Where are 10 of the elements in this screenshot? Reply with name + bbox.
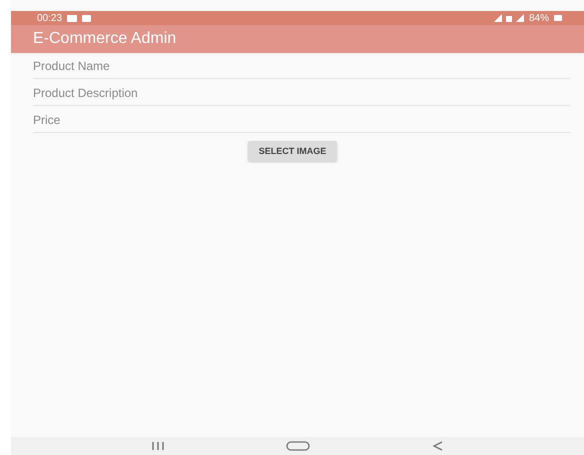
app-title: E-Commerce Admin: [33, 30, 176, 48]
back-icon[interactable]: [432, 441, 443, 451]
status-time: 00:23: [37, 12, 62, 24]
select-image-button[interactable]: SELECT IMAGE: [248, 141, 338, 161]
input-field[interactable]: Product Name: [33, 55, 570, 79]
recent-apps-icon[interactable]: [152, 442, 164, 450]
input-field[interactable]: Price: [33, 109, 570, 133]
home-icon[interactable]: [286, 441, 310, 451]
battery-percentage: 84%: [528, 12, 549, 24]
input-field[interactable]: Product Description: [33, 82, 570, 106]
